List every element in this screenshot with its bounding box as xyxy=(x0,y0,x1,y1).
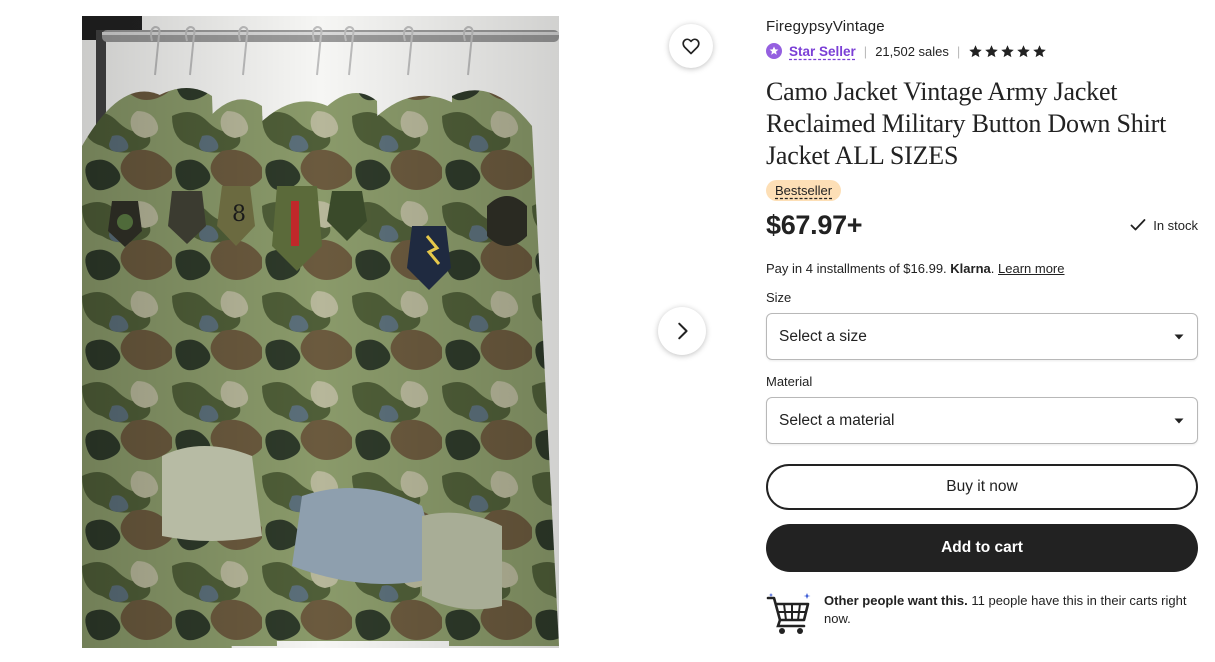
svg-text:8: 8 xyxy=(232,202,246,227)
star-icon xyxy=(1033,44,1047,57)
demand-headline: Other people want this. xyxy=(824,593,968,608)
listing-title: Camo Jacket Vintage Army Jacket Reclaime… xyxy=(766,77,1167,170)
material-select[interactable]: Select a material xyxy=(766,397,1198,444)
rating-stars[interactable] xyxy=(968,44,1047,59)
chevron-right-icon xyxy=(678,322,688,340)
size-select[interactable]: Select a size xyxy=(766,313,1198,360)
heart-icon xyxy=(682,38,700,55)
product-image[interactable]: 8 xyxy=(82,16,559,648)
material-label: Material xyxy=(766,374,813,389)
caret-down-icon xyxy=(1174,334,1184,339)
klarna-installments: Pay in 4 installments of $16.99. Klarna.… xyxy=(766,261,1198,276)
sales-count: 21,502 sales xyxy=(875,43,949,59)
star-seller-badge-icon xyxy=(766,43,782,59)
star-seller-label[interactable]: Star Seller xyxy=(789,44,856,59)
stock-label: In stock xyxy=(1153,217,1198,233)
caret-down-icon xyxy=(1174,418,1184,423)
shopping-cart-icon xyxy=(766,593,811,634)
price: $67.97+ xyxy=(766,209,863,240)
star-icon xyxy=(1017,44,1031,57)
seller-row: Star Seller | 21,502 sales | xyxy=(766,42,1198,60)
star-icon xyxy=(985,44,999,57)
learn-more-link[interactable]: Learn more xyxy=(998,261,1064,276)
demand-message: Other people want this. 11 people have t… xyxy=(824,592,1198,636)
shop-name-link[interactable]: FiregypsyVintage xyxy=(766,18,1198,35)
divider: | xyxy=(863,43,868,59)
size-select-value: Select a size xyxy=(779,327,867,345)
size-label: Size xyxy=(766,290,792,305)
divider: | xyxy=(956,43,961,59)
demand-notice: Other people want this. 11 people have t… xyxy=(766,592,1198,636)
klarna-text: Pay in 4 installments of $16.99. xyxy=(766,261,947,276)
klarna-brand: Klarna xyxy=(950,261,991,276)
add-to-cart-button[interactable]: Add to cart xyxy=(766,524,1198,572)
klarna-period: . xyxy=(990,261,995,276)
bestseller-badge[interactable]: Bestseller xyxy=(766,180,842,201)
material-select-value: Select a material xyxy=(779,411,895,429)
favorite-button[interactable] xyxy=(669,24,713,68)
next-image-button[interactable] xyxy=(658,307,706,355)
camo-jackets-photo: 8 xyxy=(82,16,559,648)
listing-info-panel: FiregypsyVintage Star Seller | 21,502 sa… xyxy=(766,16,1198,636)
check-icon xyxy=(1130,219,1146,231)
price-row: $67.97+ In stock xyxy=(766,209,1198,241)
stock-status: In stock xyxy=(1130,218,1198,233)
star-icon xyxy=(969,44,983,57)
star-icon xyxy=(1001,44,1015,57)
buy-it-now-button[interactable]: Buy it now xyxy=(766,464,1198,510)
